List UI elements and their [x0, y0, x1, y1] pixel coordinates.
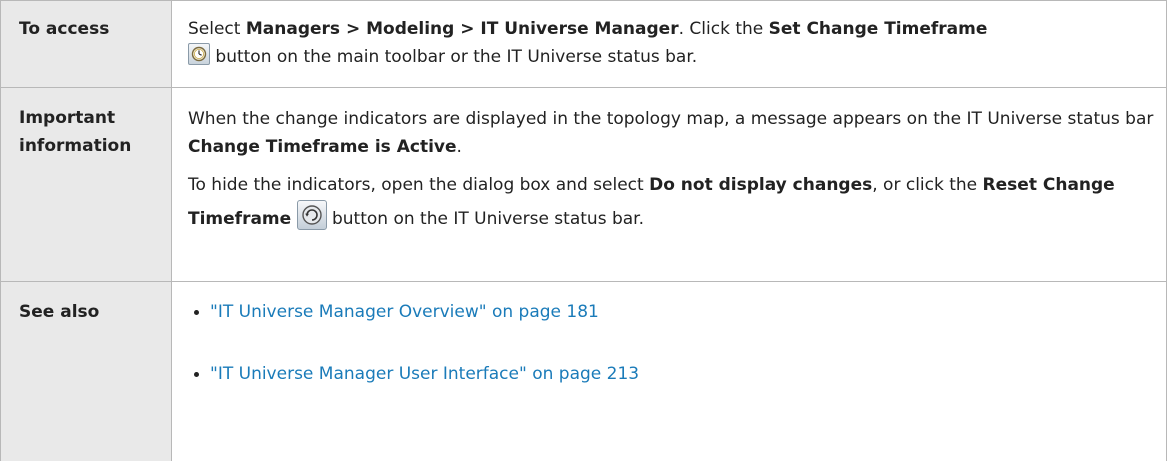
- do-not-display-changes-label: Do not display changes: [649, 175, 873, 195]
- reset-change-timeframe-icon: [296, 200, 327, 230]
- important-information-content: When the change indicators are displayed…: [172, 87, 1167, 281]
- access-menu-path: Managers > Modeling > IT Universe Manage…: [245, 19, 679, 39]
- row-header-to-access: To access: [0, 0, 172, 87]
- to-access-content: Select Managers > Modeling > IT Universe…: [172, 0, 1167, 87]
- change-timeframe-active-label: Change Timeframe is Active: [188, 137, 457, 157]
- access-text-3: button on the main toolbar or the IT Uni…: [210, 47, 698, 67]
- set-change-timeframe-label: Set Change Timeframe: [768, 19, 988, 39]
- link-it-universe-manager-overview[interactable]: "IT Universe Manager Overview" on page 1…: [210, 302, 599, 322]
- set-change-timeframe-icon: [188, 43, 210, 65]
- list-item: "IT Universe Manager Overview" on page 1…: [188, 298, 1156, 326]
- important-p1-end: .: [456, 137, 462, 157]
- link-it-universe-manager-user-interface[interactable]: "IT Universe Manager User Interface" on …: [210, 364, 639, 384]
- row-header-important-information: Important information: [0, 87, 172, 281]
- see-also-list: "IT Universe Manager Overview" on page 1…: [188, 298, 1156, 388]
- bullet-icon: [194, 372, 199, 377]
- row-header-see-also: See also: [0, 281, 172, 461]
- access-text-2: . Click the: [678, 19, 769, 39]
- important-paragraph-2: To hide the indicators, open the dialog …: [188, 170, 1156, 238]
- info-table: To access Select Managers > Modeling > I…: [0, 0, 1167, 461]
- see-also-label: See also: [19, 302, 100, 322]
- important-p2-text-2: , or click the: [872, 175, 983, 195]
- important-p2-text-3: button on the IT Universe status bar.: [326, 209, 644, 229]
- access-text-1: Select: [188, 19, 246, 39]
- important-label: Important: [19, 108, 116, 128]
- see-also-content: "IT Universe Manager Overview" on page 1…: [172, 281, 1167, 461]
- important-p2-text-1: To hide the indicators, open the dialog …: [188, 175, 650, 195]
- important-paragraph-1: When the change indicators are displayed…: [188, 105, 1156, 161]
- bullet-icon: [194, 310, 199, 315]
- important-p1-text: When the change indicators are displayed…: [188, 109, 1154, 129]
- information-label: information: [19, 136, 132, 156]
- to-access-label: To access: [19, 19, 110, 39]
- list-item: "IT Universe Manager User Interface" on …: [188, 360, 1156, 388]
